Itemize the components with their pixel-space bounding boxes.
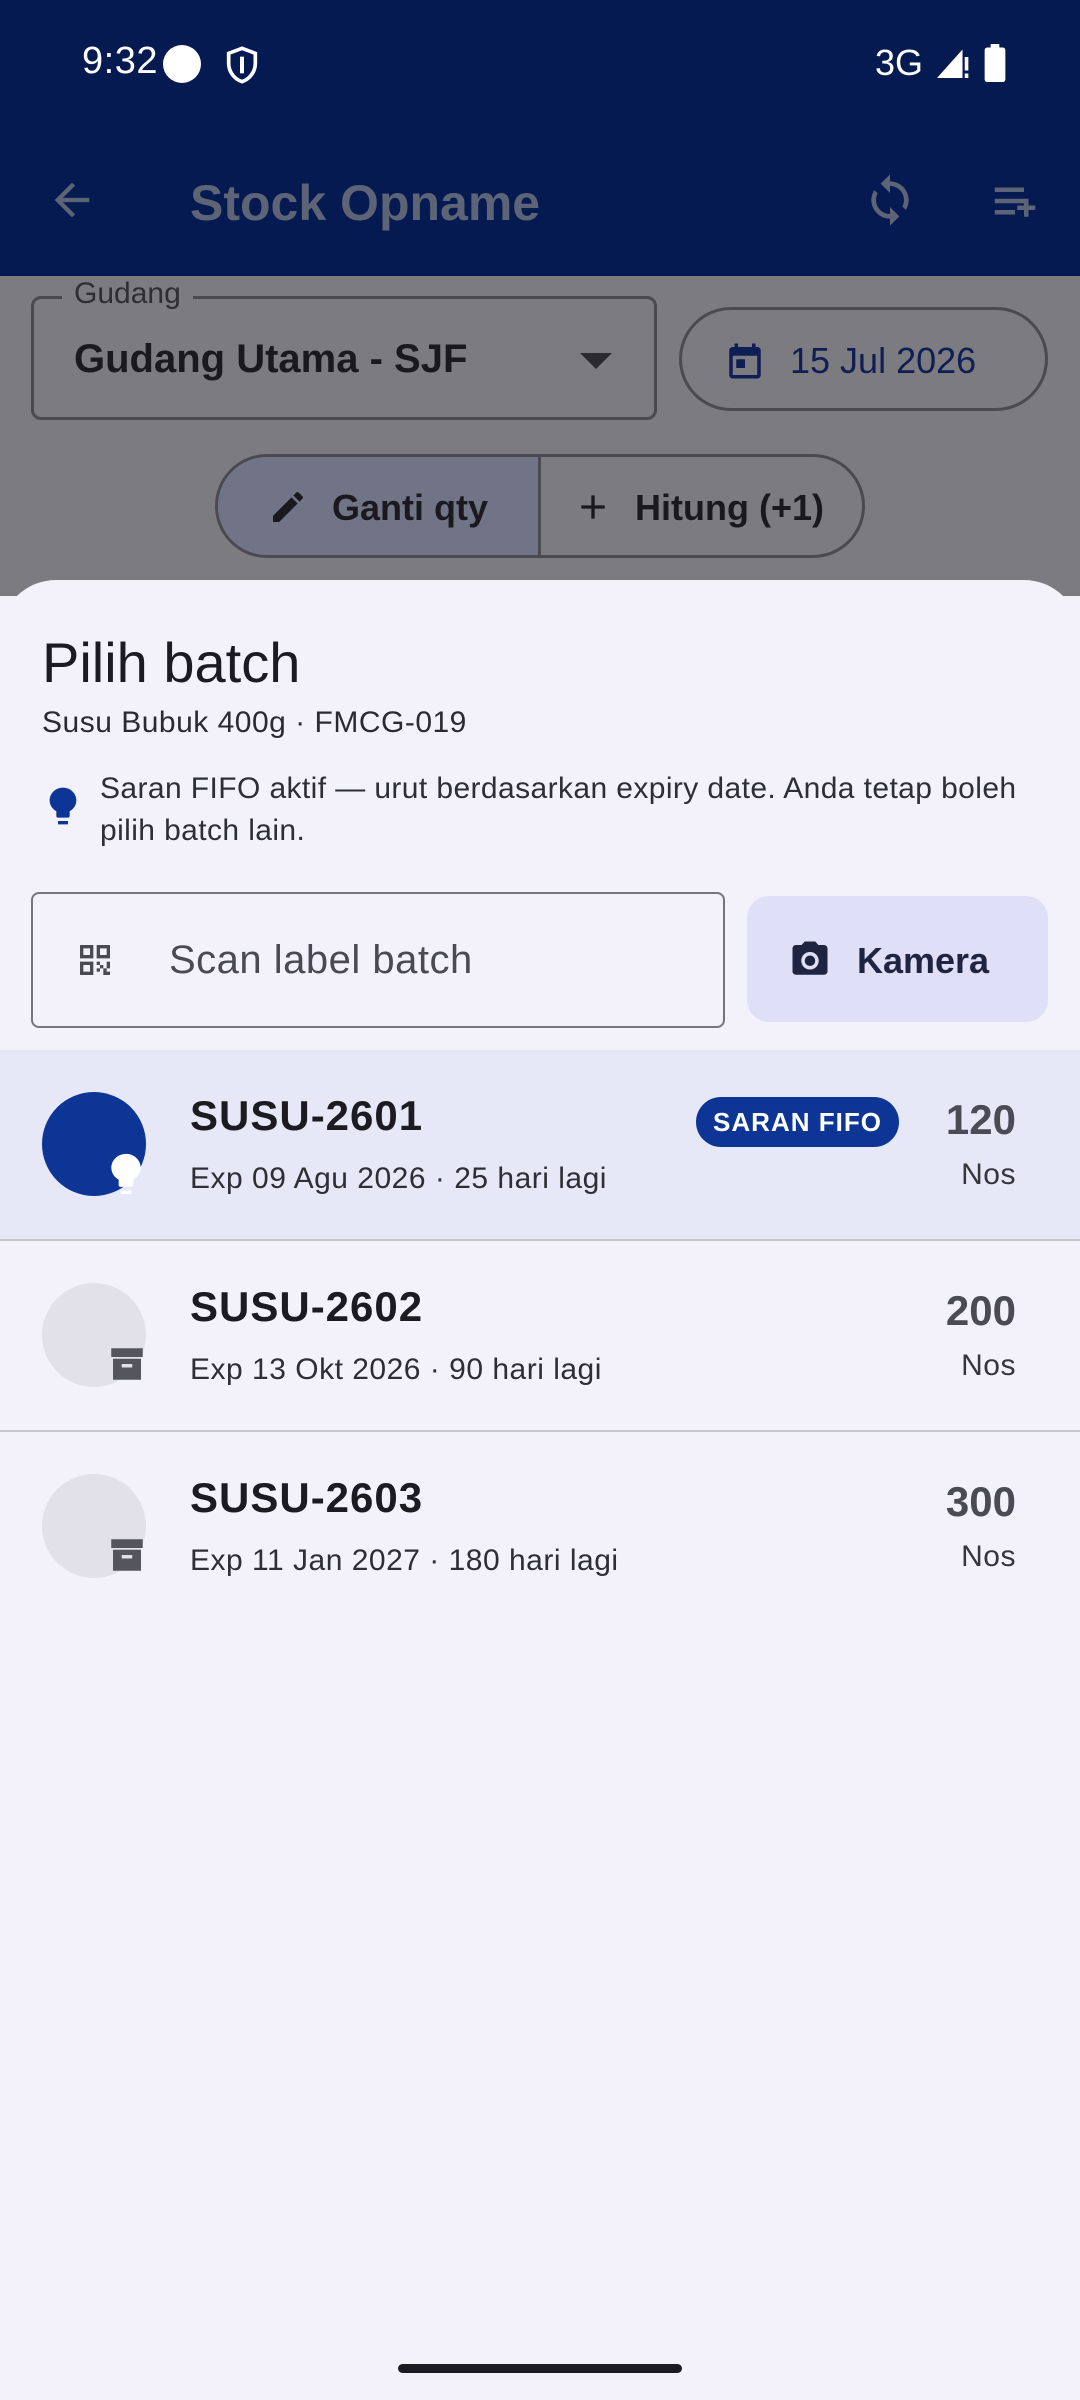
dropdown-arrow-icon [580, 353, 612, 369]
camera-label: Kamera [857, 940, 990, 981]
notification-dot-icon [163, 45, 201, 83]
product-subtitle: Susu Bubuk 400g · FMCG-019 [42, 706, 467, 739]
count-label: Hitung (+1) [635, 487, 824, 528]
app-bar: Stock Opname [0, 128, 1080, 276]
sync-icon[interactable] [862, 172, 918, 228]
warehouse-dropdown[interactable]: Gudang Gudang Utama - SJF [31, 277, 657, 420]
calendar-icon [724, 340, 766, 382]
pencil-icon [268, 487, 308, 527]
batch-row[interactable]: SUSU-2602 Exp 13 Okt 2026 · 90 hari lagi… [0, 1241, 1080, 1432]
date-button[interactable]: 15 Jul 2026 [679, 307, 1048, 411]
camera-icon [789, 939, 831, 979]
camera-button[interactable]: Kamera [747, 896, 1048, 1022]
batch-row[interactable]: SUSU-2601 Exp 09 Agu 2026 · 25 hari lagi… [0, 1050, 1080, 1241]
count-button[interactable]: Hitung (+1) [541, 457, 862, 555]
batch-list: SUSU-2601 Exp 09 Agu 2026 · 25 hari lagi… [0, 1050, 1080, 1623]
lightbulb-icon [46, 786, 80, 826]
scan-batch-input[interactable]: Scan label batch [31, 892, 725, 1028]
warehouse-value: Gudang Utama - SJF [74, 337, 468, 381]
batch-avatar [42, 1092, 146, 1196]
fifo-hint: Saran FIFO aktif — urut berdasarkan expi… [100, 772, 1017, 847]
batch-expiry: Exp 09 Agu 2026 · 25 hari lagi [190, 1162, 607, 1195]
batch-expiry: Exp 11 Jan 2027 · 180 hari lagi [190, 1544, 619, 1577]
batch-qty: 200 [945, 1287, 1016, 1334]
shield-icon [222, 44, 262, 86]
batch-unit: Nos [961, 1540, 1016, 1573]
batch-code: SUSU-2601 [190, 1092, 424, 1139]
sheet-title: Pilih batch [42, 631, 301, 694]
batch-picker-sheet: Pilih batch Susu Bubuk 400g · FMCG-019 S… [0, 580, 1080, 2400]
batch-avatar [42, 1474, 146, 1578]
batch-qty: 300 [945, 1478, 1016, 1525]
battery-icon [984, 44, 1006, 82]
home-indicator[interactable] [398, 2364, 682, 2373]
network-type: 3G [875, 42, 924, 83]
playlist-add-icon[interactable] [988, 174, 1042, 228]
page-title: Stock Opname [190, 175, 541, 231]
batch-unit: Nos [961, 1158, 1016, 1191]
fifo-badge: SARAN FIFO [696, 1097, 899, 1147]
qr-code-icon [75, 940, 115, 980]
back-arrow-icon[interactable] [46, 174, 98, 226]
signal-icon [934, 46, 970, 80]
batch-unit: Nos [961, 1349, 1016, 1382]
status-time: 9:32 [82, 40, 158, 82]
warehouse-label: Gudang [62, 277, 193, 311]
background-scrim: Gudang Gudang Utama - SJF 15 Jul 2026 Ga… [0, 276, 1080, 596]
status-bar: 9:32 3G [0, 0, 1080, 128]
scan-placeholder: Scan label batch [169, 938, 473, 982]
plus-icon [573, 487, 613, 527]
replace-qty-button[interactable]: Ganti qty [218, 457, 541, 555]
batch-code: SUSU-2603 [190, 1474, 424, 1521]
mode-segmented-toggle: Ganti qty Hitung (+1) [215, 454, 865, 558]
batch-qty: 120 [945, 1096, 1016, 1143]
replace-qty-label: Ganti qty [332, 487, 489, 528]
batch-avatar [42, 1283, 146, 1387]
batch-row[interactable]: SUSU-2603 Exp 11 Jan 2027 · 180 hari lag… [0, 1432, 1080, 1623]
batch-code: SUSU-2602 [190, 1283, 424, 1330]
date-value: 15 Jul 2026 [790, 340, 977, 381]
batch-expiry: Exp 13 Okt 2026 · 90 hari lagi [190, 1353, 602, 1386]
